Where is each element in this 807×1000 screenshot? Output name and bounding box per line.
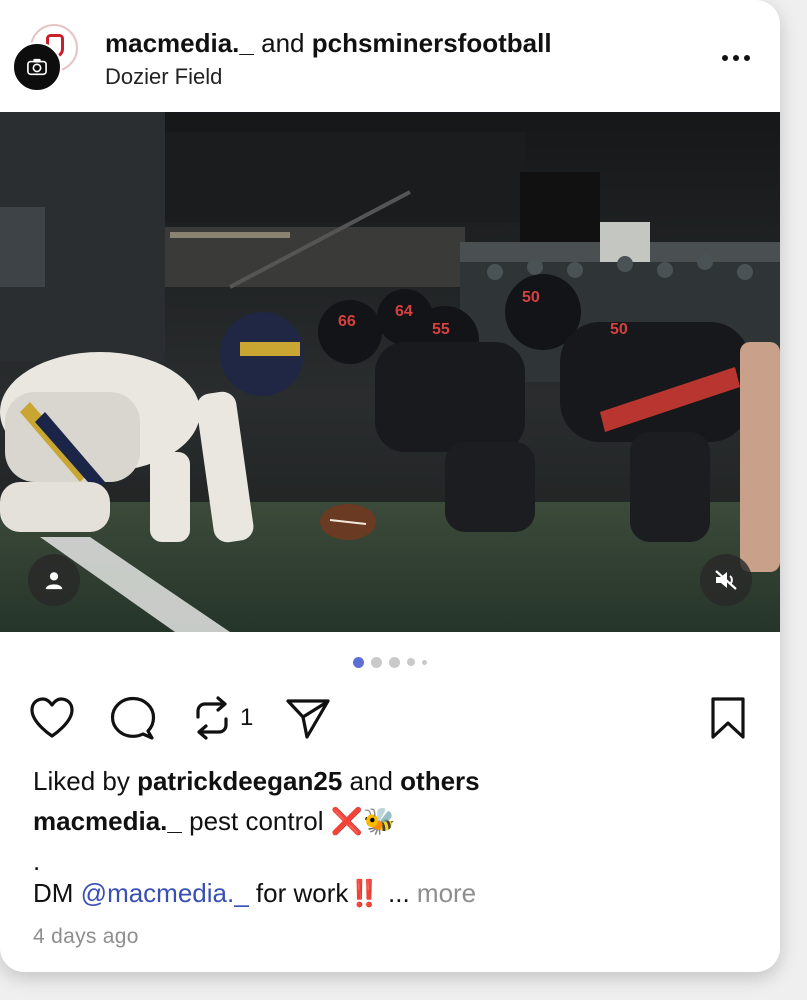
post-timestamp: 4 days ago bbox=[33, 925, 139, 948]
repost-button[interactable]: 1 bbox=[190, 690, 253, 746]
svg-text:64: 64 bbox=[395, 303, 413, 320]
more-link[interactable]: more bbox=[417, 878, 476, 908]
person-icon bbox=[45, 572, 63, 590]
caption-for-work: for work bbox=[255, 878, 349, 908]
carousel-indicator bbox=[0, 652, 780, 672]
post-card: macmedia._ and pchsminersfootball Dozier… bbox=[0, 0, 780, 972]
speaker-muted-icon bbox=[715, 570, 737, 590]
caption-line: macmedia._ pest control ❌🐝 bbox=[33, 806, 396, 837]
liked-by-line: Liked by patrickdeegan25 and others bbox=[33, 766, 480, 797]
mention-link[interactable]: @macmedia._ bbox=[81, 878, 249, 908]
caption-author-link[interactable]: macmedia._ bbox=[33, 806, 182, 836]
carousel-dot bbox=[422, 659, 427, 665]
liked-by-user-link[interactable]: patrickdeegan25 bbox=[137, 766, 342, 796]
svg-text:50: 50 bbox=[522, 289, 540, 306]
more-dot bbox=[733, 55, 739, 61]
caption-ellipsis: ... bbox=[388, 878, 410, 908]
mute-toggle-button[interactable] bbox=[700, 554, 752, 606]
post-photo[interactable]: 66 64 55 50 50 bbox=[0, 112, 780, 632]
author-link-primary[interactable]: macmedia._ bbox=[105, 28, 254, 58]
location-link[interactable]: Dozier Field bbox=[105, 64, 222, 90]
like-button[interactable] bbox=[28, 690, 76, 746]
caption-dot-line: . bbox=[33, 846, 41, 876]
post-action-bar: 1 bbox=[0, 690, 780, 746]
camera-icon bbox=[27, 58, 47, 76]
save-button[interactable] bbox=[708, 690, 748, 746]
liked-by-and: and bbox=[349, 766, 393, 796]
carousel-dot bbox=[407, 658, 415, 666]
double-exclamation-emoji: ‼️ bbox=[348, 878, 381, 908]
liked-by-prefix: Liked by bbox=[33, 766, 130, 796]
more-options-button[interactable] bbox=[712, 44, 760, 72]
bee-emoji: 🐝 bbox=[363, 806, 396, 836]
cross-mark-emoji: ❌ bbox=[330, 806, 364, 836]
comment-button[interactable] bbox=[108, 690, 156, 746]
avatar-macmedia[interactable] bbox=[12, 42, 62, 92]
comment-icon bbox=[110, 696, 156, 740]
repost-count: 1 bbox=[240, 704, 254, 731]
tagged-users-button[interactable] bbox=[28, 554, 80, 606]
author-connector: and bbox=[261, 28, 305, 58]
caption-text: pest control bbox=[189, 806, 324, 836]
carousel-dot-active bbox=[353, 656, 364, 668]
carousel-dot bbox=[389, 656, 400, 668]
caption-dm-line: DM @macmedia._ for work‼️ ... more bbox=[33, 878, 476, 909]
liked-by-others-link[interactable]: others bbox=[400, 766, 479, 796]
post-header: macmedia._ and pchsminersfootball Dozier… bbox=[0, 0, 780, 112]
repost-icon bbox=[196, 696, 228, 740]
collab-avatars[interactable] bbox=[12, 24, 80, 94]
carousel-dot bbox=[371, 656, 382, 668]
caption-dm-prefix: DM bbox=[33, 878, 74, 908]
bookmark-icon bbox=[711, 697, 745, 739]
post-authors: macmedia._ and pchsminersfootball bbox=[105, 28, 552, 59]
author-link-collab[interactable]: pchsminersfootball bbox=[312, 28, 552, 58]
svg-text:55: 55 bbox=[432, 321, 450, 338]
share-button[interactable] bbox=[284, 690, 332, 746]
more-dot bbox=[744, 55, 750, 61]
football-line-photo: 66 64 55 50 50 bbox=[0, 112, 780, 632]
more-dot bbox=[722, 55, 728, 61]
svg-text:50: 50 bbox=[610, 321, 628, 338]
svg-text:66: 66 bbox=[338, 313, 356, 330]
send-icon bbox=[286, 699, 330, 739]
heart-icon bbox=[30, 697, 74, 738]
